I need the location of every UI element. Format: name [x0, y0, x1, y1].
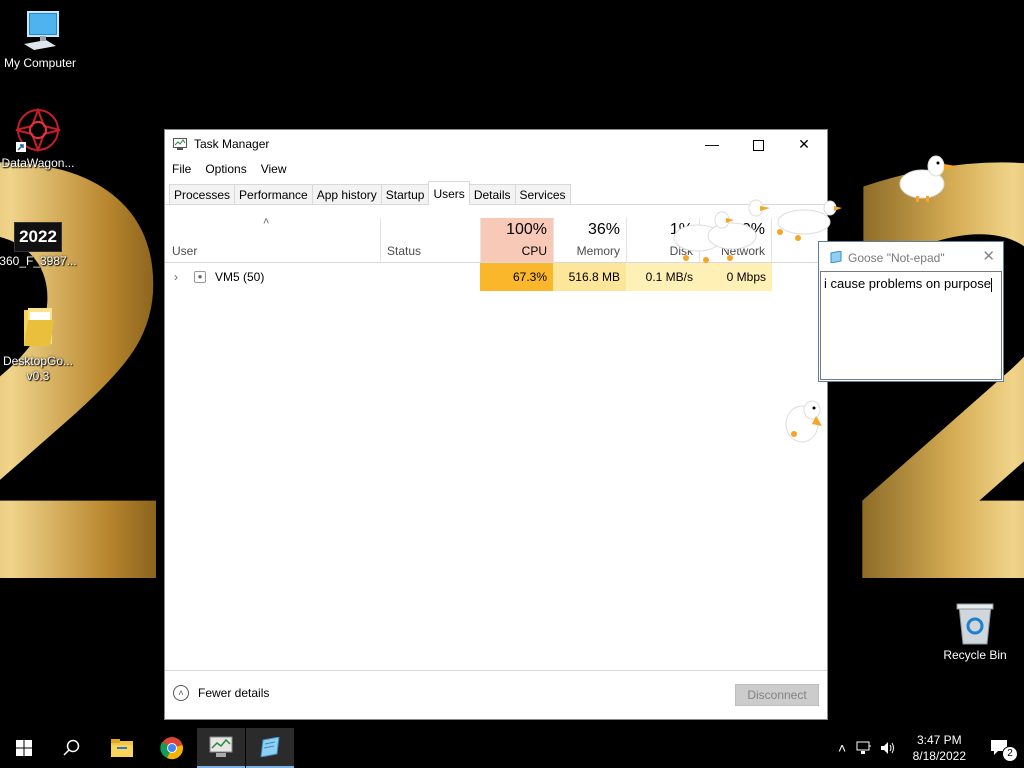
- icon-label: DataWagon...: [1, 156, 75, 170]
- tab-processes[interactable]: Processes: [169, 184, 236, 204]
- desktop-icon-datawagon[interactable]: DataWagon...: [0, 107, 78, 171]
- column-label-memory: Memory: [576, 244, 620, 258]
- icon-label: My Computer: [3, 56, 77, 70]
- windows-logo-icon: [16, 740, 32, 756]
- desktop: 2 2 2 My Computer DataWagon... 2022 360_…: [0, 0, 1024, 728]
- footer-bar: ˄ Fewer details Disconnect: [165, 670, 827, 719]
- fewer-details-link[interactable]: ˄ Fewer details: [173, 685, 269, 701]
- cell-memory: 516.8 MB: [553, 263, 626, 291]
- notepad-title: Goose "Not-epad": [848, 251, 945, 265]
- maximize-icon: [752, 139, 764, 151]
- goose-notepad-window[interactable]: Goose "Not-epad" ✕ i cause problems on p…: [818, 241, 1004, 382]
- close-icon: ✕: [798, 136, 810, 152]
- menu-options[interactable]: Options: [205, 162, 246, 176]
- menu-bar: File Options View: [165, 158, 827, 180]
- minimize-icon: —: [705, 136, 719, 152]
- folder-icon: [18, 306, 58, 352]
- taskbar-task-manager[interactable]: [197, 728, 245, 768]
- search-button[interactable]: [48, 728, 96, 768]
- chevron-up-icon[interactable]: ˄: [838, 740, 846, 756]
- column-header-status[interactable]: Status: [380, 218, 480, 262]
- volume-icon[interactable]: [880, 741, 896, 755]
- window-title: Task Manager: [194, 137, 270, 151]
- close-icon[interactable]: ✕: [982, 247, 995, 265]
- goose-sprite: [898, 152, 958, 209]
- network-icon[interactable]: [856, 741, 872, 755]
- image-thumbnail-icon: 2022: [14, 222, 62, 252]
- sort-up-icon: ˄: [263, 216, 270, 228]
- desktop-icon-360-image[interactable]: 2022 360_F_3987...: [0, 222, 78, 269]
- menu-file[interactable]: File: [172, 162, 191, 176]
- tab-startup[interactable]: Startup: [380, 184, 430, 204]
- task-manager-icon: [173, 137, 187, 150]
- taskbar: ˄ 3:47 PM 8/18/2022 2: [0, 728, 1024, 768]
- taskbar-file-explorer[interactable]: [98, 728, 146, 768]
- cell-cpu: 67.3%: [480, 263, 553, 291]
- column-label-user: User: [172, 244, 198, 258]
- column-label-cpu: CPU: [521, 244, 547, 258]
- notepad-text-area[interactable]: i cause problems on purpose: [820, 271, 1002, 380]
- clock-date: 8/18/2022: [912, 749, 966, 763]
- task-manager-icon: [209, 736, 233, 757]
- system-tray: ˄: [838, 728, 896, 768]
- tab-performance[interactable]: Performance: [234, 184, 313, 204]
- title-bar[interactable]: Task Manager — ✕: [165, 130, 827, 158]
- icon-label-version: v0.3: [26, 369, 50, 383]
- notepad-title-bar[interactable]: Goose "Not-epad" ✕: [819, 242, 1003, 271]
- notification-count-badge: 2: [1002, 746, 1018, 762]
- minimize-button[interactable]: —: [689, 130, 735, 158]
- cpu-total: 100%: [506, 221, 547, 238]
- computer-icon: [16, 10, 64, 54]
- close-button[interactable]: ✕: [781, 130, 827, 158]
- menu-view[interactable]: View: [261, 162, 287, 176]
- chevron-up-icon: ˄: [173, 685, 189, 701]
- tab-services[interactable]: Services: [514, 184, 571, 204]
- datawagon-logo-icon: [14, 107, 62, 154]
- icon-label: 360_F_3987...: [0, 254, 77, 268]
- chrome-icon: [160, 737, 183, 760]
- goose-sprite: [782, 394, 828, 453]
- desktop-icon-recycle-bin[interactable]: Recycle Bin: [935, 602, 1015, 663]
- fewer-details-label: Fewer details: [198, 686, 270, 700]
- column-header-user[interactable]: ˄ User: [165, 216, 380, 262]
- desktop-icon-desktopgoose[interactable]: DesktopGo... v0.3: [0, 306, 78, 384]
- column-header-cpu[interactable]: 100% CPU: [480, 218, 553, 262]
- desktop-icon-my-computer[interactable]: My Computer: [0, 10, 80, 71]
- start-button[interactable]: [0, 728, 48, 768]
- goose-sprite: [668, 198, 772, 273]
- clock-time: 3:47 PM: [916, 733, 962, 747]
- folder-icon: [111, 739, 133, 757]
- icon-label: Recycle Bin: [943, 648, 1007, 662]
- user-icon: ●: [194, 271, 206, 283]
- taskbar-chrome[interactable]: [148, 728, 196, 768]
- memory-total: 36%: [587, 221, 620, 238]
- tab-details[interactable]: Details: [468, 184, 516, 204]
- disconnect-button[interactable]: Disconnect: [735, 684, 819, 706]
- expand-chevron-icon[interactable]: ›: [174, 263, 178, 291]
- taskbar-notepad[interactable]: [246, 728, 294, 768]
- tab-users[interactable]: Users: [428, 181, 470, 205]
- cell-user: VM5 (50): [215, 270, 265, 284]
- cell-status: [380, 263, 480, 291]
- text-cursor: [990, 277, 992, 292]
- clock[interactable]: 3:47 PM 8/18/2022: [913, 732, 966, 764]
- column-header-memory[interactable]: 36% Memory: [553, 218, 626, 262]
- tab-app-history[interactable]: App history: [311, 184, 382, 204]
- notepad-icon: [260, 737, 280, 757]
- icon-label: DesktopGo...: [2, 354, 74, 368]
- maximize-button[interactable]: [735, 130, 781, 158]
- search-icon: [63, 739, 80, 756]
- notepad-icon: [829, 250, 843, 264]
- notification-center-button[interactable]: 2: [976, 728, 1024, 768]
- notepad-text: i cause problems on purpose: [824, 276, 991, 291]
- column-label-status: Status: [387, 244, 422, 258]
- recycle-bin-icon: [955, 602, 995, 646]
